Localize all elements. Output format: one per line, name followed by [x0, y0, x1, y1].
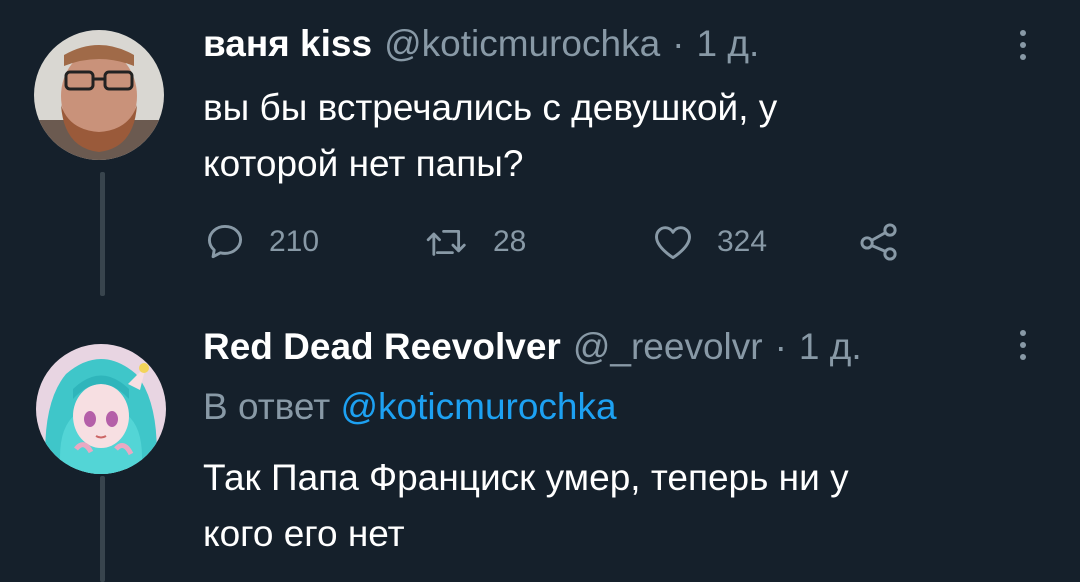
tweet-time[interactable]: 1 д. — [697, 23, 760, 65]
retweet-button[interactable]: 28 — [425, 220, 526, 264]
tweet-text-line: вы бы встречались с девушкой, у — [203, 87, 778, 128]
avatar[interactable] — [34, 30, 164, 160]
tweet-text-line: кого его нет — [203, 513, 405, 554]
reply-count: 210 — [269, 225, 320, 258]
avatar-photo — [36, 344, 166, 474]
tweet-header: ваня kiss @koticmurochka · 1 д. — [203, 22, 759, 66]
like-button[interactable]: 324 — [651, 220, 767, 264]
comment-icon — [207, 224, 243, 259]
more-icon[interactable] — [1020, 330, 1028, 360]
thread-line — [100, 476, 105, 582]
tweet-actions: 210 28 324 — [203, 220, 923, 266]
separator-dot: · — [672, 23, 685, 64]
tweet[interactable]: ваня kiss @koticmurochka · 1 д. вы бы вс… — [0, 0, 1080, 300]
reply-button[interactable]: 210 — [203, 220, 319, 264]
tweet[interactable]: Red Dead Reevolver @_reevolvr · 1 д. В о… — [0, 300, 1080, 582]
tweet-header: Red Dead Reevolver @_reevolvr · 1 д. — [203, 325, 862, 369]
tweet-text: вы бы встречались с девушкой, у которой … — [203, 80, 1023, 192]
author-name[interactable]: Red Dead Reevolver — [203, 326, 561, 368]
reply-context: В ответ @koticmurochka — [203, 386, 617, 428]
tweet-text-line: Так Папа Франциск умер, теперь ни у — [203, 457, 849, 498]
avatar-photo — [34, 30, 164, 160]
avatar[interactable] — [36, 344, 166, 474]
thread-line — [100, 172, 105, 296]
author-handle[interactable]: @koticmurochka — [384, 23, 660, 65]
retweet-count: 28 — [493, 225, 527, 258]
heart-icon — [655, 226, 691, 260]
mention-link[interactable]: @koticmurochka — [341, 386, 617, 427]
like-count: 324 — [717, 225, 768, 258]
reply-prefix: В ответ — [203, 386, 331, 427]
author-name[interactable]: ваня kiss — [203, 23, 372, 65]
tweet-time[interactable]: 1 д. — [799, 326, 862, 368]
tweet-text-line: которой нет папы? — [203, 143, 524, 184]
tweet-text: Так Папа Франциск умер, теперь ни у кого… — [203, 450, 1023, 562]
separator-dot: · — [774, 326, 787, 367]
retweet-icon — [426, 229, 466, 256]
more-icon[interactable] — [1020, 30, 1028, 60]
share-icon — [860, 223, 897, 261]
share-button[interactable] — [857, 220, 901, 264]
author-handle[interactable]: @_reevolvr — [573, 326, 763, 368]
